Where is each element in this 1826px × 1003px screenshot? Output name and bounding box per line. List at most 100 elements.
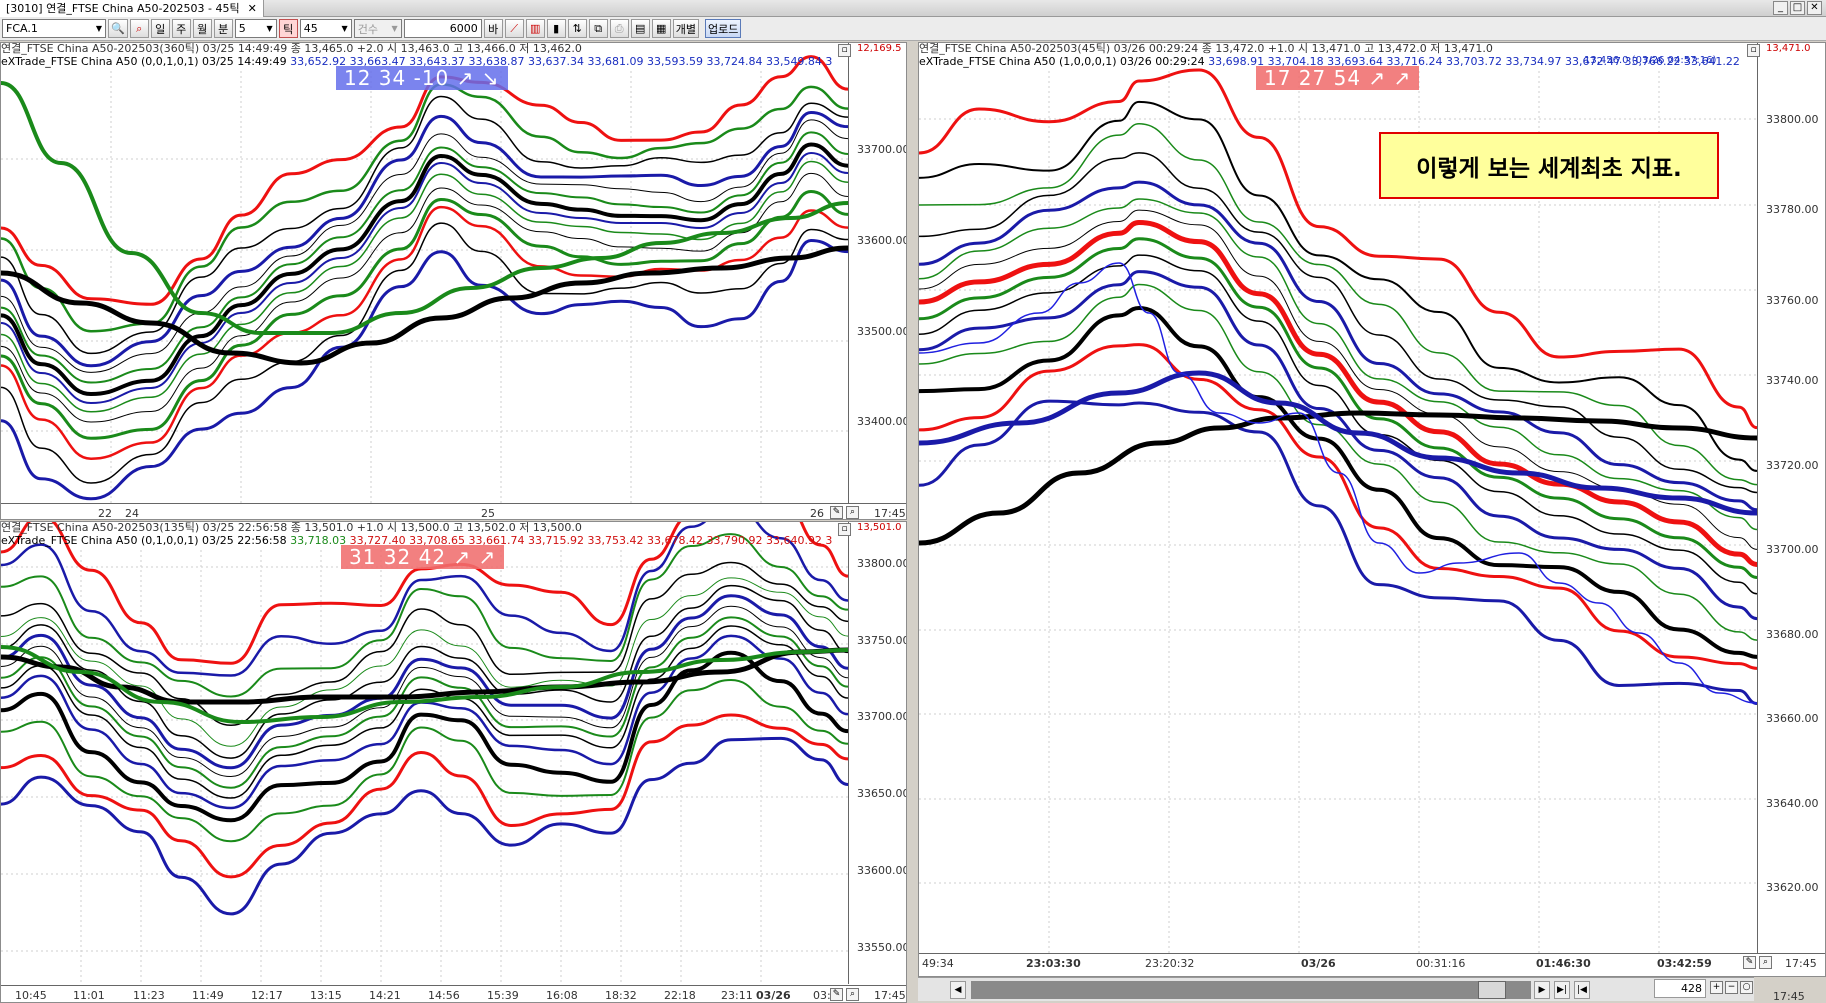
- draw-tool-icon[interactable]: ✎: [1743, 956, 1756, 969]
- indicator-line: [919, 343, 1759, 670]
- copy-button[interactable]: ⧉: [588, 19, 608, 38]
- scroll-left-icon[interactable]: ◀: [950, 980, 966, 999]
- indicator-line: [919, 283, 1758, 641]
- chart-line-button[interactable]: ⟋: [504, 19, 524, 38]
- upload-button[interactable]: 업로드: [704, 19, 742, 38]
- draw-tool-icon[interactable]: ✎: [830, 506, 843, 519]
- pane-minimize-icon[interactable]: ▫: [838, 523, 851, 536]
- zoom-count-field[interactable]: 428: [1654, 979, 1706, 998]
- count-unit-button[interactable]: 바: [483, 19, 503, 38]
- y-axis: 12,169.5 33700.00 33600.00 33500.00 3340…: [848, 43, 907, 503]
- x-label: 24: [125, 507, 139, 520]
- y-label: 33680.00: [1766, 628, 1819, 641]
- scroll-start-icon[interactable]: |◀: [1574, 980, 1590, 999]
- period-minute-button[interactable]: 분: [213, 19, 233, 38]
- grid-button[interactable]: ▦: [651, 19, 671, 38]
- period-month-button[interactable]: 월: [192, 19, 212, 38]
- x-label: 03:: [813, 989, 831, 1002]
- tick-value: 45: [303, 22, 318, 35]
- scroll-end-icon[interactable]: ▶|: [1554, 980, 1570, 999]
- x-label: 03/26: [756, 989, 791, 1002]
- period-tick-button[interactable]: 틱: [278, 19, 298, 38]
- x-label: 15:39: [487, 989, 519, 1002]
- window-close-icon[interactable]: ✕: [1807, 1, 1822, 15]
- x-label: 10:45: [15, 989, 47, 1002]
- indicator-line: [1, 160, 849, 413]
- x-label: 11:49: [192, 989, 224, 1002]
- time-label: 17:45: [874, 507, 906, 520]
- window-tab[interactable]: [3010] 연결_FTSE China A50-202503 - 45틱 ✕: [0, 0, 264, 17]
- count-label: 건수: [357, 22, 378, 36]
- x-label: 18:32: [605, 989, 637, 1002]
- x-label: 14:56: [428, 989, 460, 1002]
- scroll-track[interactable]: [971, 981, 1531, 999]
- pane-minimize-icon[interactable]: ▫: [838, 44, 851, 57]
- search-icon: 🔍: [111, 22, 125, 35]
- y-label: 33600.00: [857, 234, 907, 247]
- minimize-icon[interactable]: _: [1773, 1, 1788, 15]
- zoom-out-icon[interactable]: −: [1725, 981, 1738, 994]
- grid-icon: ▦: [656, 22, 667, 35]
- indicator-line: [919, 152, 1758, 494]
- count-input[interactable]: 6000: [403, 19, 482, 38]
- y-label: 33700.00: [857, 710, 907, 723]
- count-select[interactable]: 건수 ▼: [353, 19, 402, 38]
- zoom-icon[interactable]: ⌕: [1759, 956, 1772, 969]
- magnifier-red-icon: ⌕: [136, 21, 143, 35]
- period-week-button[interactable]: 주: [171, 19, 191, 38]
- y-label: 33640.00: [1766, 797, 1819, 810]
- scroll-right-icon[interactable]: ▶: [1534, 980, 1550, 999]
- chevron-down-icon: ▼: [391, 24, 398, 33]
- chart-scrollbar[interactable]: ◀ ▶ ▶| |◀: [918, 977, 1754, 1001]
- price-tag: 12,169.5: [857, 43, 902, 54]
- scroll-tools: + − ○: [1710, 981, 1753, 994]
- chart-canvas-top-left[interactable]: [1, 43, 907, 520]
- search-button[interactable]: 🔍: [108, 19, 128, 38]
- zoom-icon[interactable]: ⌕: [846, 506, 859, 519]
- y-label: 33650.00: [857, 787, 907, 800]
- chart-compare-button[interactable]: ⇅: [567, 19, 587, 38]
- chart-pane-top-left[interactable]: 연결_FTSE China A50-202503(360틱) 03/25 14:…: [0, 42, 907, 520]
- title-bar: [3010] 연결_FTSE China A50-202503 - 45틱 ✕ …: [0, 0, 1826, 17]
- x-label: 23:03:30: [1026, 957, 1081, 970]
- y-label: 33500.00: [857, 325, 907, 338]
- chart-bar-button[interactable]: ▥: [525, 19, 545, 38]
- indicator-line: [1, 119, 849, 373]
- indicator-line: [1, 736, 850, 916]
- chart-header-price: 연결_FTSE China A50-202503(360틱) 03/25 14:…: [1, 43, 582, 55]
- zoom-icon[interactable]: ⌕: [846, 988, 859, 1001]
- x-label: 03:42:59: [1657, 957, 1712, 970]
- symbol-search-button[interactable]: ⌕: [129, 19, 149, 38]
- close-icon[interactable]: ✕: [248, 2, 257, 15]
- chevron-down-icon: ▼: [266, 24, 273, 33]
- symbol-value: FCA.1: [6, 22, 38, 35]
- x-axis: 10:45 11:01 11:23 11:49 12:17 13:15 14:2…: [1, 985, 906, 1002]
- y-label: 33700.00: [857, 143, 907, 156]
- chart-canvas-bottom-left[interactable]: [1, 522, 907, 1003]
- pane-minimize-icon[interactable]: ▫: [1747, 44, 1760, 57]
- x-label: 12:17: [251, 989, 283, 1002]
- maximize-icon[interactable]: □: [1790, 1, 1805, 15]
- fit-icon[interactable]: ○: [1740, 981, 1753, 994]
- individual-button[interactable]: 개별: [672, 19, 699, 38]
- x-axis: 22 24 25 26 ✎ ⌕ 17:45: [1, 503, 906, 520]
- minute-select[interactable]: 5 ▼: [234, 19, 277, 38]
- indicator-name: eXTrade_FTSE China A50 (0,0,1,0,1) 03/25…: [1, 55, 291, 68]
- layout-button[interactable]: ▤: [630, 19, 650, 38]
- y-label: 33760.00: [1766, 294, 1819, 307]
- draw-tool-icon[interactable]: ✎: [830, 988, 843, 1001]
- tick-select[interactable]: 45 ▼: [299, 19, 352, 38]
- y-label: 33550.00: [857, 941, 907, 954]
- zoom-in-icon[interactable]: +: [1710, 981, 1723, 994]
- symbol-select[interactable]: FCA.1 ▼: [2, 19, 106, 38]
- print-button[interactable]: ⎙: [609, 19, 629, 38]
- y-label: 33740.00: [1766, 374, 1819, 387]
- period-day-button[interactable]: 일: [150, 19, 170, 38]
- scroll-thumb[interactable]: [1478, 981, 1506, 999]
- y-label: 33620.00: [1766, 881, 1819, 894]
- chart-pane-bottom-left[interactable]: 연결_FTSE China A50-202503(135틱) 03/25 22:…: [0, 521, 907, 1003]
- x-label: 13:15: [310, 989, 342, 1002]
- y-label: 33750.00: [857, 634, 907, 647]
- chart-volume-button[interactable]: ▮: [546, 19, 566, 38]
- indicator-name: eXTrade_FTSE China A50 (1,0,0,0,1) 03/26…: [919, 55, 1209, 68]
